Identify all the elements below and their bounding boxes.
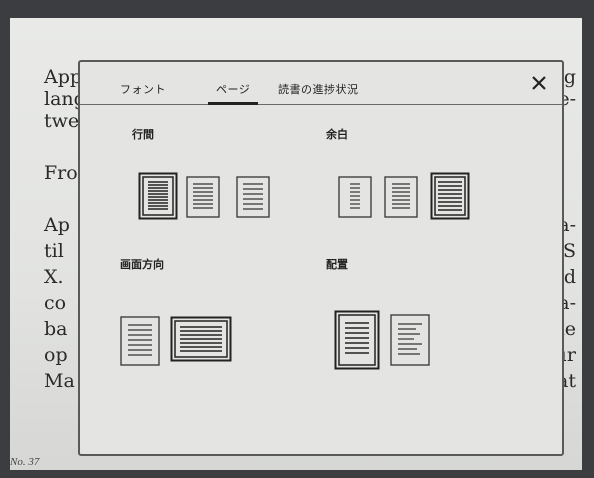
ereader-screen: AppleSriptinglanguaata be-tweenFrom AAps… bbox=[10, 18, 582, 470]
orientation-label: 画面方向 bbox=[120, 258, 164, 271]
tab-page[interactable]: ページ bbox=[207, 81, 259, 105]
alignment-label: 配置 bbox=[326, 258, 348, 271]
line-spacing-wide-option[interactable] bbox=[236, 176, 270, 218]
book-line-left: Ma bbox=[44, 370, 75, 392]
line-spacing-compact-option[interactable] bbox=[138, 172, 178, 220]
tab-reading-progress[interactable]: 読書の進捗状況 bbox=[278, 81, 359, 97]
close-icon[interactable] bbox=[530, 74, 548, 92]
margins-medium-option[interactable] bbox=[384, 176, 418, 218]
book-line-left: co bbox=[44, 292, 67, 314]
line-spacing-label: 行間 bbox=[132, 128, 154, 141]
orientation-portrait-option[interactable] bbox=[120, 316, 160, 366]
line-spacing-medium-option[interactable] bbox=[186, 176, 220, 218]
tab-font[interactable]: フォント bbox=[120, 81, 166, 97]
orientation-landscape-option[interactable] bbox=[170, 316, 232, 362]
settings-tabs: フォント ページ 読書の進捗状況 bbox=[80, 62, 562, 105]
alignment-justified-option[interactable] bbox=[334, 310, 380, 370]
book-line-left: ba bbox=[44, 318, 68, 340]
book-line-left: Ap bbox=[44, 214, 70, 236]
alignment-left-option[interactable] bbox=[390, 314, 430, 366]
book-line-left: X. bbox=[44, 266, 64, 288]
margins-wide-option[interactable] bbox=[338, 176, 372, 218]
book-line-left: til bbox=[44, 240, 64, 262]
page-settings-dialog: フォント ページ 読書の進捗状況 行間 余白 画面方向 配置 bbox=[78, 60, 564, 456]
location-indicator: No. 37 bbox=[10, 456, 40, 468]
book-line-left: op bbox=[44, 344, 68, 366]
margins-label: 余白 bbox=[326, 128, 348, 141]
margins-narrow-option[interactable] bbox=[430, 172, 470, 220]
